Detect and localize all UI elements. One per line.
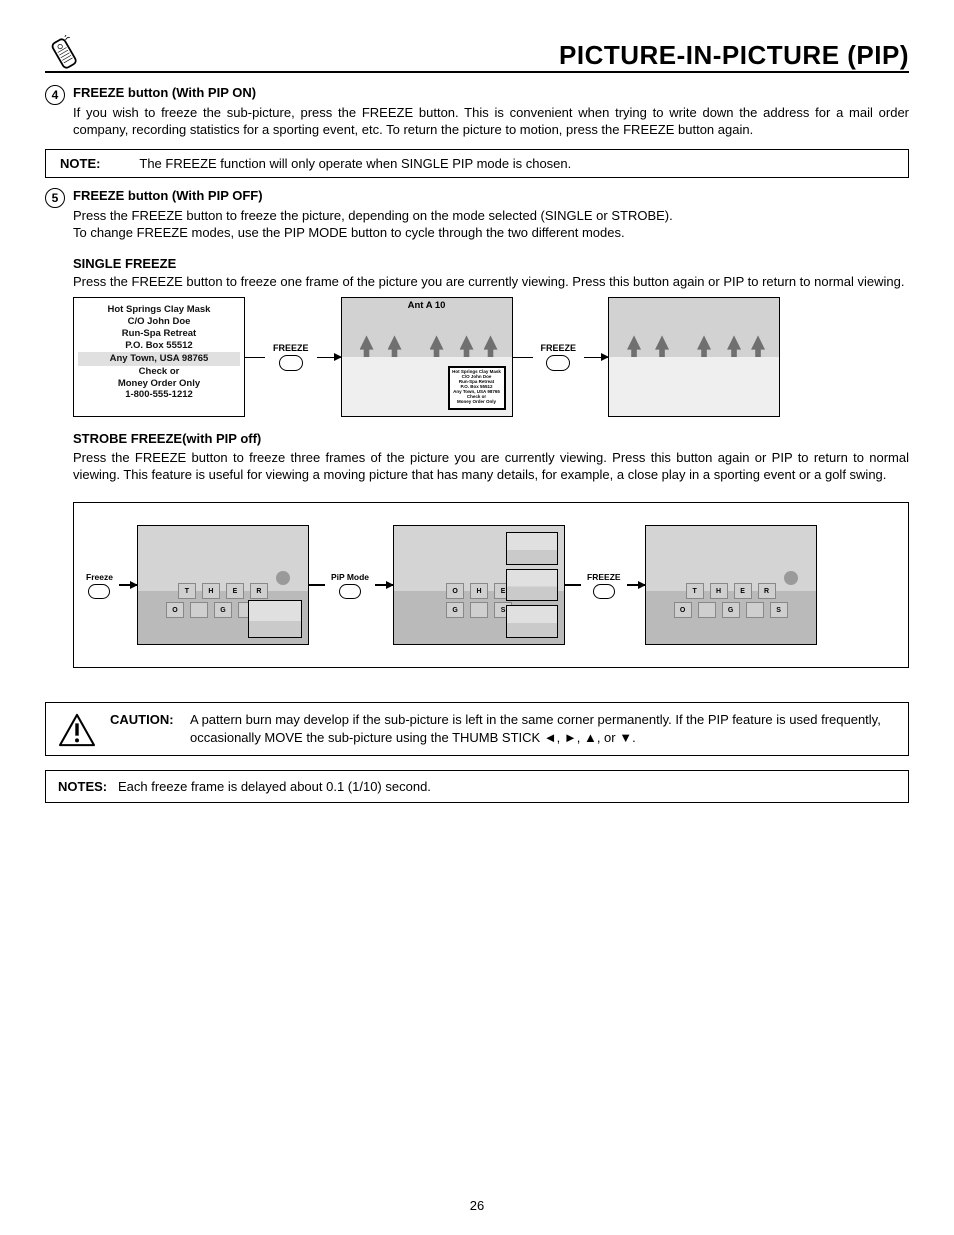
- pipmode-button-icon: [339, 584, 361, 599]
- warning-icon: [58, 713, 96, 747]
- mail-l6: Check or: [139, 366, 180, 377]
- freeze-button-icon: [88, 584, 110, 599]
- strobe-body: Press the FREEZE button to freeze three …: [73, 450, 909, 484]
- header-row: PICTURE-IN-PICTURE (PIP): [45, 35, 909, 73]
- freeze-button-1: FREEZE: [273, 343, 309, 371]
- note-label: NOTE:: [60, 156, 136, 171]
- mail-l2: C/O John Doe: [128, 316, 191, 327]
- freeze-label: FREEZE: [273, 343, 309, 353]
- step-4: 4 FREEZE button (With PIP ON): [45, 85, 909, 105]
- caution-label: CAUTION:: [110, 711, 190, 746]
- strobe-diagram: Freeze THER OGS PiP Mode: [86, 525, 896, 645]
- step-5-line2: To change FREEZE modes, use the PIP MODE…: [73, 225, 909, 242]
- tv-strobe-1: THER OGS: [137, 525, 309, 645]
- notes-body: Each freeze frame is delayed about 0.1 (…: [118, 779, 431, 794]
- step-5-title: FREEZE button (With PIP OFF): [73, 188, 263, 203]
- strobe-freeze-block: STROBE FREEZE(with PIP off) Press the FR…: [73, 431, 909, 484]
- mail-l7: Money Order Only: [118, 378, 200, 389]
- tv-frame-scene-pip: Ant A 10 Hot Springs Clay Mask C/O John …: [341, 297, 513, 417]
- tv-strobe-2: OHE GS: [393, 525, 565, 645]
- single-freeze-body: Press the FREEZE button to freeze one fr…: [73, 274, 909, 291]
- note-box: NOTE: The FREEZE function will only oper…: [45, 149, 909, 178]
- pipmode-button: PiP Mode: [331, 572, 369, 599]
- manual-page: PICTURE-IN-PICTURE (PIP) 4 FREEZE button…: [0, 0, 954, 1235]
- mail-l5: Any Town, USA 98765: [78, 352, 240, 366]
- step-4-title: FREEZE button (With PIP ON): [73, 85, 256, 100]
- mail-text: Hot Springs Clay Mask C/O John Doe Run-S…: [74, 298, 244, 401]
- freeze-label: FREEZE: [587, 572, 621, 582]
- tv-frame-mail: Hot Springs Clay Mask C/O John Doe Run-S…: [73, 297, 245, 417]
- caution-text-wrap: CAUTION: A pattern burn may develop if t…: [110, 711, 896, 746]
- tv-strobe-3: THER OGS: [645, 525, 817, 645]
- freeze-button-2: FREEZE: [541, 343, 577, 371]
- note-body: The FREEZE function will only operate wh…: [139, 156, 571, 171]
- strobe-title: STROBE FREEZE(with PIP off): [73, 431, 909, 448]
- letter-blocks: THER: [646, 583, 816, 599]
- scene2: THER OGS: [646, 526, 816, 644]
- mail-l4: P.O. Box 55512: [125, 340, 192, 351]
- tv-frame-scene: [608, 297, 780, 417]
- freeze-button-d2-2: FREEZE: [587, 572, 621, 599]
- freeze-button-d2-1: Freeze: [86, 572, 113, 599]
- step-5-text: FREEZE button (With PIP OFF): [73, 188, 263, 205]
- freeze-label: FREEZE: [541, 343, 577, 353]
- step-number-icon: 4: [45, 85, 65, 105]
- arrow-group-2: FREEZE: [513, 343, 609, 371]
- freeze-button-icon: [546, 355, 570, 371]
- pip-sub-mail: Hot Springs Clay Mask C/O John Doe Run-S…: [448, 366, 506, 410]
- step-5: 5 FREEZE button (With PIP OFF): [45, 188, 909, 208]
- freeze-label: Freeze: [86, 572, 113, 582]
- step-number-icon: 5: [45, 188, 65, 208]
- caution-body: CAUTION: A pattern burn may develop if t…: [110, 711, 896, 746]
- freeze-button-icon: [593, 584, 615, 599]
- notes-label: NOTES:: [58, 779, 107, 794]
- caution-box: CAUTION: A pattern burn may develop if t…: [45, 702, 909, 756]
- mail-l8: 1-800-555-1212: [125, 389, 193, 400]
- step-5-line1: Press the FREEZE button to freeze the pi…: [73, 208, 909, 225]
- scene-image: [609, 298, 779, 416]
- page-number: 26: [0, 1198, 954, 1213]
- single-freeze-title: SINGLE FREEZE: [73, 256, 909, 273]
- caution-body-text: A pattern burn may develop if the sub-pi…: [190, 711, 896, 746]
- step-4-text: FREEZE button (With PIP ON): [73, 85, 256, 102]
- ant-label: Ant A 10: [408, 300, 446, 311]
- strobe-diagram-box: Freeze THER OGS PiP Mode: [73, 502, 909, 668]
- arrow-group-1: FREEZE: [245, 343, 341, 371]
- freeze-button-icon: [279, 355, 303, 371]
- step-4-body: If you wish to freeze the sub-picture, p…: [73, 105, 909, 139]
- pipmode-label: PiP Mode: [331, 572, 369, 582]
- letter-blocks: THER: [138, 583, 308, 599]
- remote-icon: [45, 35, 85, 71]
- single-freeze-diagram: Hot Springs Clay Mask C/O John Doe Run-S…: [73, 297, 909, 417]
- pip-strobe-stack: [506, 532, 558, 638]
- mail-l1: Hot Springs Clay Mask: [108, 304, 211, 315]
- page-title: PICTURE-IN-PICTURE (PIP): [559, 40, 909, 71]
- pip-strobe-single: [248, 600, 302, 638]
- notes-box: NOTES: Each freeze frame is delayed abou…: [45, 770, 909, 803]
- mail-l3: Run-Spa Retreat: [122, 328, 196, 339]
- single-freeze-block: SINGLE FREEZE Press the FREEZE button to…: [73, 256, 909, 292]
